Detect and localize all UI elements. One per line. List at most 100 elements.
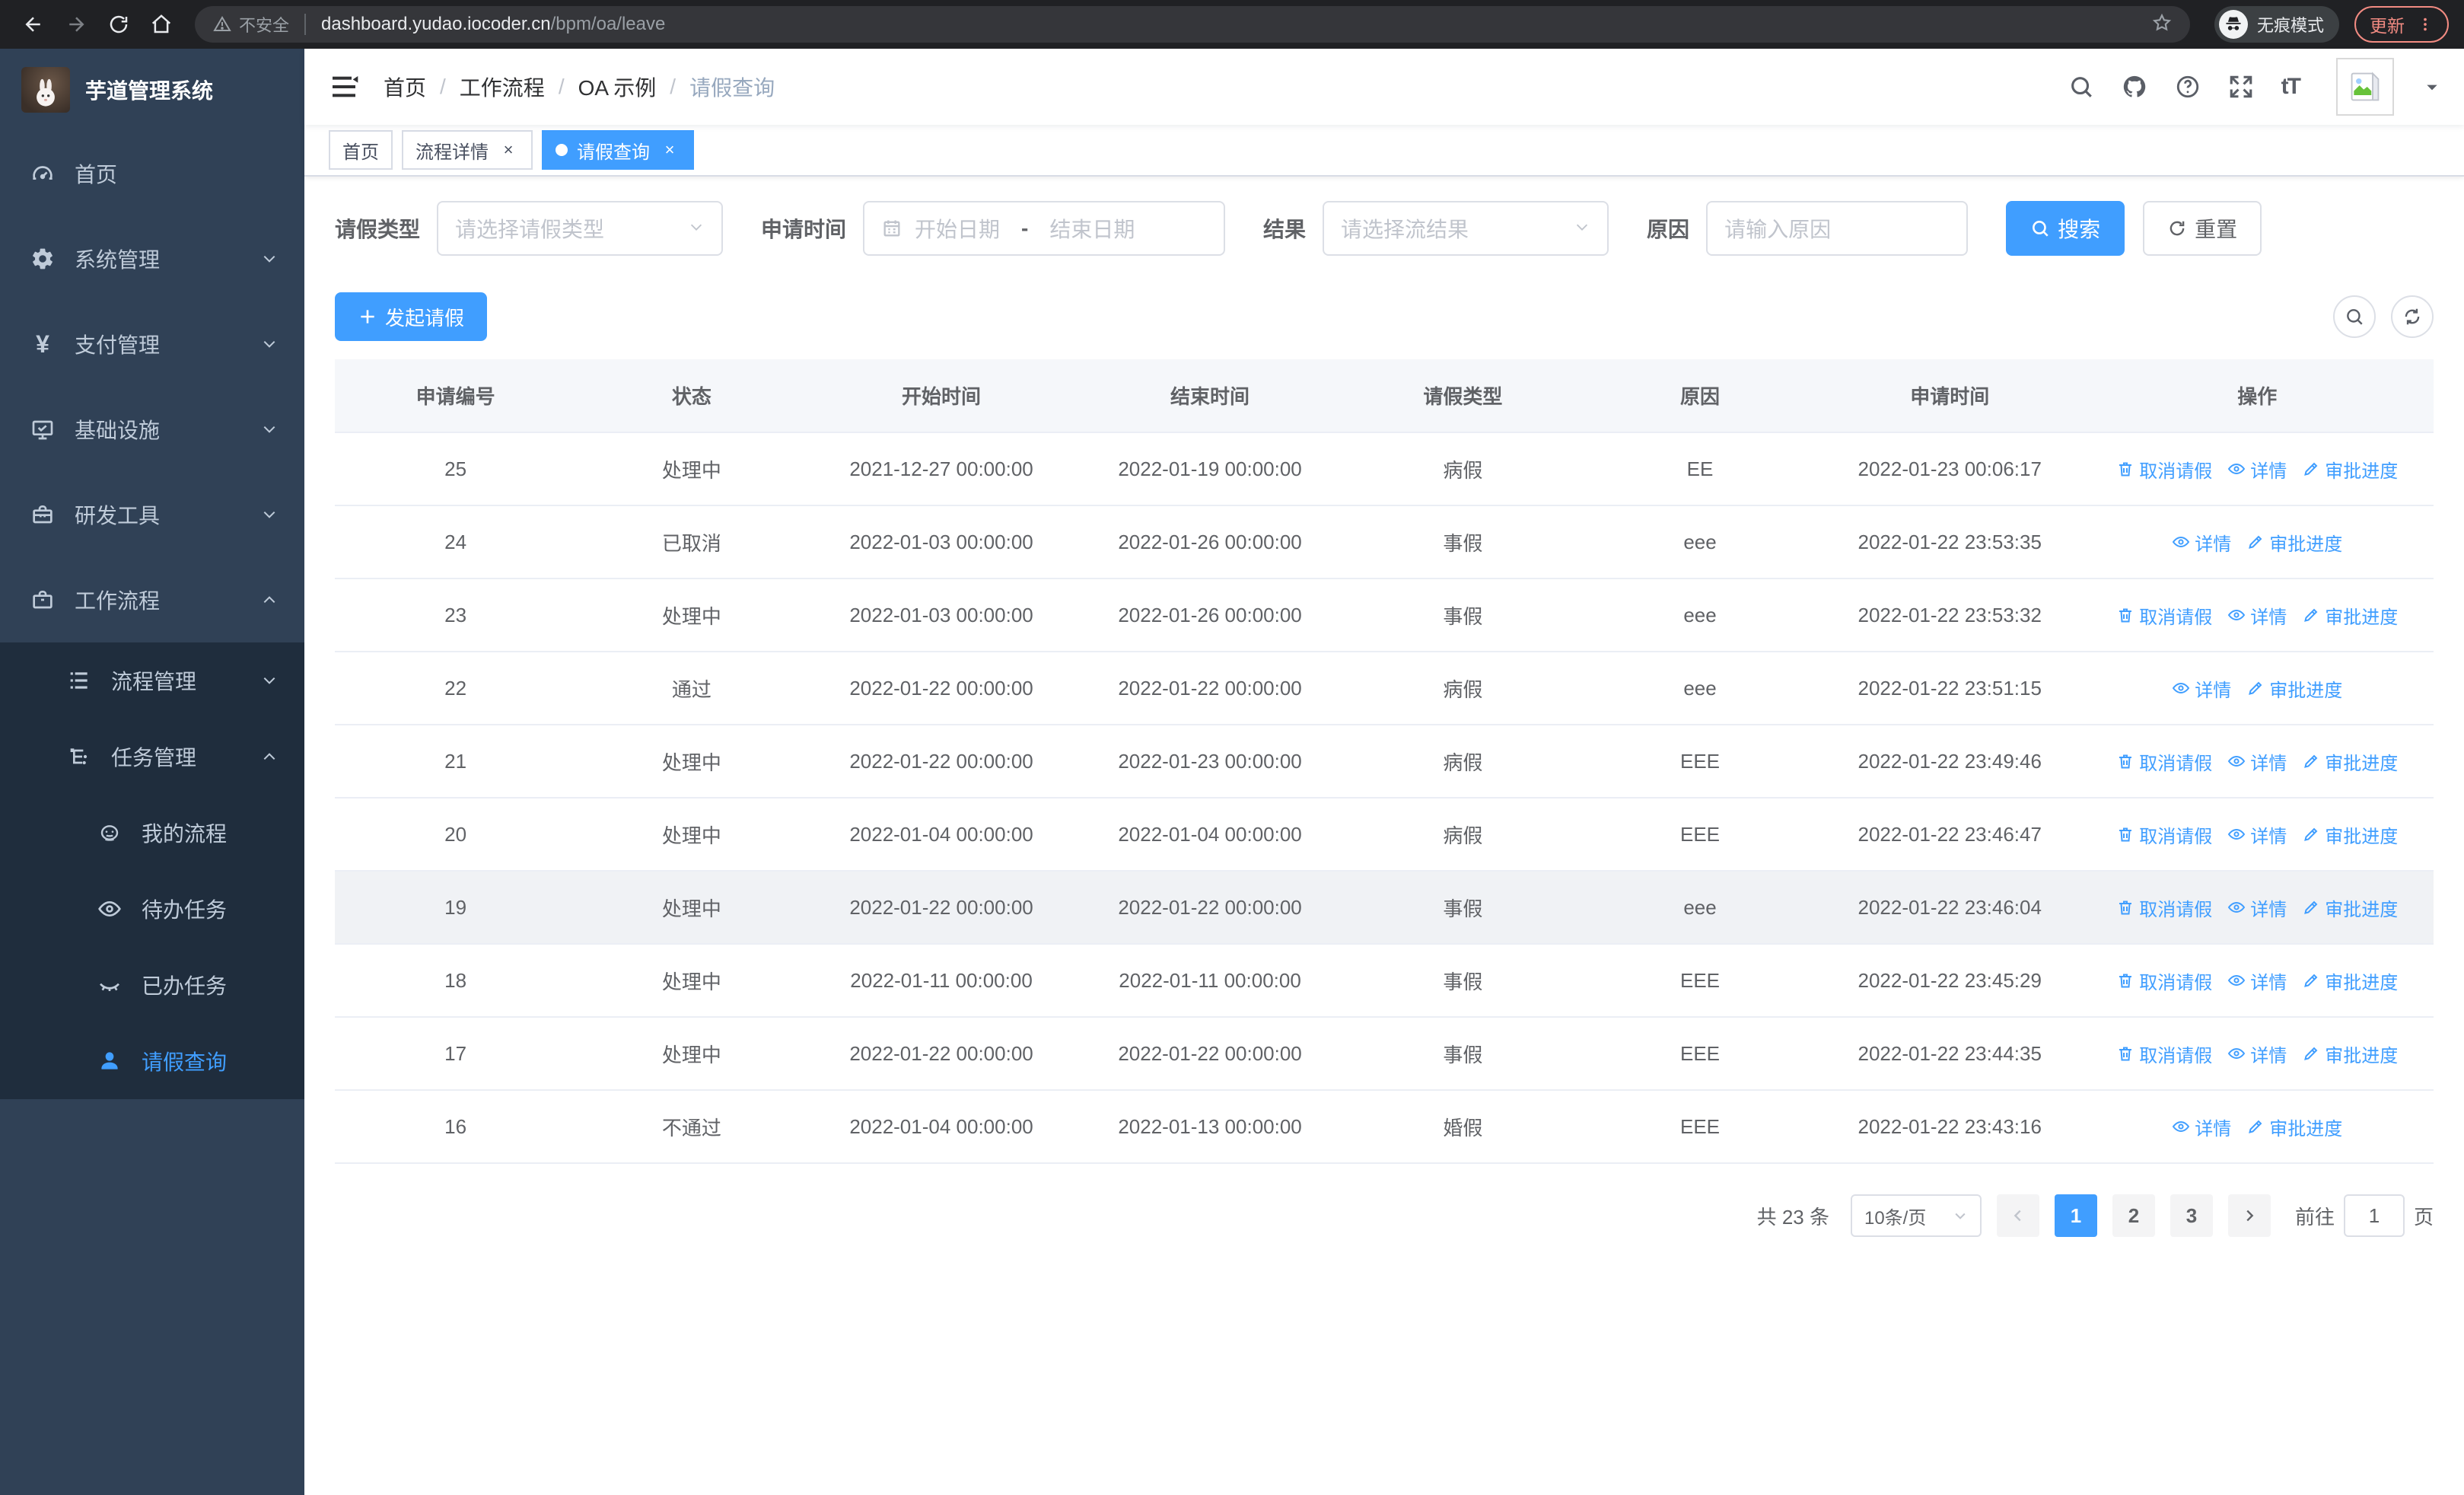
cancel-action-link[interactable]: 取消请假 bbox=[2116, 1041, 2212, 1067]
page-button-1[interactable]: 1 bbox=[2054, 1194, 2097, 1237]
reason-input[interactable]: 请输入原因 bbox=[1706, 201, 1969, 256]
detail-action-link[interactable]: 详情 bbox=[2227, 1041, 2287, 1067]
sidebar-item-待办任务[interactable]: 待办任务 bbox=[0, 871, 304, 947]
cancel-action-link[interactable]: 取消请假 bbox=[2116, 456, 2212, 483]
sidebar-item-任务管理[interactable]: 任务管理 bbox=[0, 719, 304, 795]
breadcrumb-item[interactable]: OA 示例 bbox=[578, 72, 657, 102]
search-icon[interactable] bbox=[2068, 74, 2094, 100]
app-logo-row[interactable]: 芋道管理系统 bbox=[0, 49, 304, 131]
detail-action-link[interactable]: 详情 bbox=[2227, 748, 2287, 775]
reset-button[interactable]: 重置 bbox=[2143, 201, 2262, 256]
browser-home-button[interactable] bbox=[143, 6, 180, 43]
create-leave-button[interactable]: 发起请假 bbox=[335, 292, 488, 341]
detail-action-link[interactable]: 详情 bbox=[2172, 529, 2231, 556]
fullscreen-icon[interactable] bbox=[2228, 74, 2254, 100]
security-warning-icon[interactable]: 不安全 bbox=[213, 12, 289, 37]
progress-action-link[interactable]: 审批进度 bbox=[2302, 456, 2398, 483]
avatar[interactable] bbox=[2336, 58, 2394, 116]
tag-流程详情[interactable]: 流程详情 × bbox=[402, 130, 533, 170]
progress-action-link[interactable]: 审批进度 bbox=[2302, 821, 2398, 848]
page-size-select[interactable]: 10条/页 bbox=[1850, 1194, 1982, 1237]
close-icon[interactable]: × bbox=[659, 139, 680, 161]
url-text: dashboard.yudao.iocoder.cn/bpm/oa/leave bbox=[321, 14, 666, 34]
security-label: 不安全 bbox=[239, 16, 290, 35]
detail-action-link[interactable]: 详情 bbox=[2172, 675, 2231, 702]
progress-action-link[interactable]: 审批进度 bbox=[2302, 894, 2398, 921]
github-icon[interactable] bbox=[2122, 74, 2147, 100]
help-icon[interactable] bbox=[2175, 74, 2201, 100]
chevron-down-icon bbox=[262, 422, 277, 437]
cell-leave-type: 病假 bbox=[1344, 652, 1582, 725]
sidebar-item-系统管理[interactable]: 系统管理 bbox=[0, 216, 304, 301]
progress-action-link[interactable]: 审批进度 bbox=[2302, 967, 2398, 994]
breadcrumb-item[interactable]: 工作流程 bbox=[460, 72, 545, 102]
page-button-3[interactable]: 3 bbox=[2170, 1194, 2213, 1237]
progress-action-link[interactable]: 审批进度 bbox=[2246, 529, 2342, 556]
cancel-action-link[interactable]: 取消请假 bbox=[2116, 821, 2212, 848]
cancel-action-link[interactable]: 取消请假 bbox=[2116, 894, 2212, 921]
cancel-action-link[interactable]: 取消请假 bbox=[2116, 748, 2212, 775]
pen-icon bbox=[2249, 681, 2262, 695]
navbar: 首页 / 工作流程 / OA 示例 / 请假查询 tT bbox=[304, 49, 2464, 125]
cell-start-time: 2022-01-22 00:00:00 bbox=[807, 725, 1076, 799]
detail-action-link[interactable]: 详情 bbox=[2227, 602, 2287, 629]
detail-action-link[interactable]: 详情 bbox=[2172, 1114, 2231, 1140]
sidebar-item-首页[interactable]: 首页 bbox=[0, 131, 304, 216]
col-apply-time: 申请时间 bbox=[1818, 359, 2081, 433]
toggle-search-button[interactable] bbox=[2333, 295, 2376, 338]
refresh-table-button[interactable] bbox=[2391, 295, 2434, 338]
sidebar-item-工作流程[interactable]: 工作流程 bbox=[0, 557, 304, 642]
search-button[interactable]: 搜索 bbox=[2006, 201, 2125, 256]
sidebar-item-支付管理[interactable]: ¥ 支付管理 bbox=[0, 301, 304, 387]
cell-apply-time: 2022-01-22 23:44:35 bbox=[1818, 1017, 2081, 1091]
sidebar-item-我的流程[interactable]: 我的流程 bbox=[0, 795, 304, 871]
address-bar[interactable]: 不安全 dashboard.yudao.iocoder.cn/bpm/oa/le… bbox=[195, 6, 2190, 43]
cancel-action-link[interactable]: 取消请假 bbox=[2116, 967, 2212, 994]
sidebar-collapse-icon[interactable] bbox=[329, 72, 359, 102]
table-row: 24 已取消 2022-01-03 00:00:00 2022-01-26 00:00… bbox=[335, 505, 2434, 579]
detail-action-link[interactable]: 详情 bbox=[2227, 967, 2287, 994]
cell-status: 处理中 bbox=[576, 871, 807, 945]
sidebar-item-流程管理[interactable]: 流程管理 bbox=[0, 642, 304, 719]
tag-请假查询[interactable]: 请假查询 × bbox=[542, 130, 694, 170]
progress-action-link[interactable]: 审批进度 bbox=[2302, 602, 2398, 629]
page-button-2[interactable]: 2 bbox=[2112, 1194, 2155, 1237]
cell-actions: 取消请假 详情 审批进度 bbox=[2080, 1017, 2434, 1091]
prev-page-button[interactable] bbox=[1996, 1194, 2039, 1237]
cell-actions: 取消请假 详情 审批进度 bbox=[2080, 725, 2434, 799]
browser-reload-button[interactable] bbox=[100, 6, 137, 43]
cell-apply-time: 2022-01-22 23:53:35 bbox=[1818, 505, 2081, 579]
search-icon bbox=[2033, 221, 2049, 237]
avatar-caret-icon[interactable] bbox=[2424, 73, 2440, 101]
progress-action-link[interactable]: 审批进度 bbox=[2302, 1041, 2398, 1067]
sidebar-item-请假查询[interactable]: 请假查询 bbox=[0, 1023, 304, 1099]
cell-apply-id: 22 bbox=[335, 652, 577, 725]
progress-action-link[interactable]: 审批进度 bbox=[2246, 675, 2342, 702]
next-page-button[interactable] bbox=[2227, 1194, 2271, 1237]
sidebar-item-基础设施[interactable]: 基础设施 bbox=[0, 387, 304, 472]
detail-action-link[interactable]: 详情 bbox=[2227, 456, 2287, 483]
browser-back-button[interactable] bbox=[15, 6, 52, 43]
apply-time-range-picker[interactable]: 开始日期 - 结束日期 bbox=[863, 201, 1226, 256]
sidebar-item-已办任务[interactable]: 已办任务 bbox=[0, 947, 304, 1023]
browser-forward-button[interactable] bbox=[58, 6, 94, 43]
cell-start-time: 2022-01-04 00:00:00 bbox=[807, 798, 1076, 872]
goto-page-input[interactable]: 1 bbox=[2343, 1194, 2405, 1237]
bookmark-star-icon[interactable] bbox=[2152, 11, 2172, 39]
pen-icon bbox=[2304, 827, 2318, 841]
tag-首页[interactable]: 首页 bbox=[329, 130, 393, 170]
font-size-icon[interactable]: tT bbox=[2281, 74, 2301, 100]
sidebar-item-研发工具[interactable]: 研发工具 bbox=[0, 472, 304, 557]
breadcrumb-item[interactable]: 首页 bbox=[384, 72, 426, 102]
detail-action-link[interactable]: 详情 bbox=[2227, 894, 2287, 921]
close-icon[interactable]: × bbox=[498, 139, 519, 161]
update-label: 更新 bbox=[2370, 16, 2405, 36]
cancel-action-link[interactable]: 取消请假 bbox=[2116, 602, 2212, 629]
cell-apply-id: 21 bbox=[335, 725, 577, 799]
progress-action-link[interactable]: 审批进度 bbox=[2246, 1114, 2342, 1140]
detail-action-link[interactable]: 详情 bbox=[2227, 821, 2287, 848]
progress-action-link[interactable]: 审批进度 bbox=[2302, 748, 2398, 775]
leave-type-select[interactable]: 请选择请假类型 bbox=[437, 201, 724, 256]
browser-update-button[interactable]: 更新 bbox=[2354, 6, 2449, 43]
result-select[interactable]: 请选择流结果 bbox=[1323, 201, 1609, 256]
